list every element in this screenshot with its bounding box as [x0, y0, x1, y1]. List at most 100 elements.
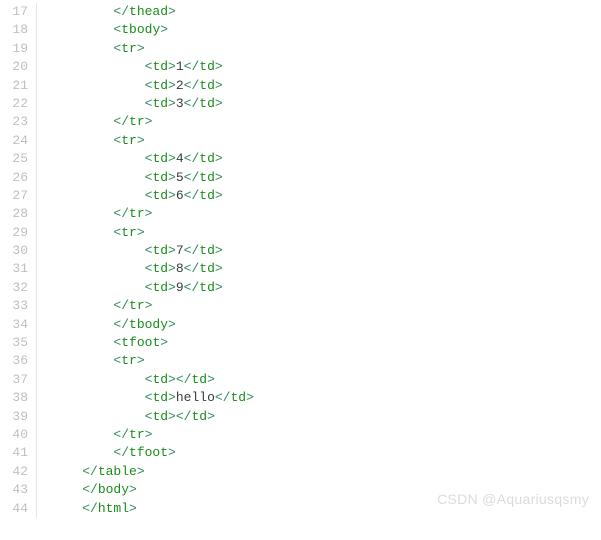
code-content[interactable]: </tbody> [37, 316, 176, 334]
code-line[interactable]: 29 <tr> [0, 224, 601, 242]
code-line[interactable]: 38 <td>hello</td> [0, 389, 601, 407]
code-token: </ [113, 206, 129, 221]
code-line[interactable]: 17 </thead> [0, 3, 601, 21]
code-content[interactable]: <td>6</td> [37, 187, 223, 205]
code-token: td [199, 261, 215, 276]
code-line[interactable]: 26 <td>5</td> [0, 169, 601, 187]
code-token: > [160, 22, 168, 37]
code-line[interactable]: 24 <tr> [0, 132, 601, 150]
code-line[interactable]: 36 <tr> [0, 352, 601, 370]
line-number: 36 [0, 352, 36, 370]
code-token: </ [82, 501, 98, 516]
code-token: 5 [176, 170, 184, 185]
line-number: 20 [0, 58, 36, 76]
code-token: > [168, 390, 176, 405]
code-token: > [137, 225, 145, 240]
code-token: > [215, 96, 223, 111]
code-block[interactable]: 17 </thead>18 <tbody>19 <tr>20 <td>1</td… [0, 0, 601, 521]
code-line[interactable]: 22 <td>3</td> [0, 95, 601, 113]
line-number: 34 [0, 316, 36, 334]
line-number: 27 [0, 187, 36, 205]
code-token: > [145, 298, 153, 313]
code-content[interactable]: <tr> [37, 132, 145, 150]
code-token: > [215, 261, 223, 276]
code-content[interactable]: <td></td> [37, 408, 215, 426]
code-line[interactable]: 30 <td>7</td> [0, 242, 601, 260]
code-content[interactable]: </thead> [37, 3, 176, 21]
code-token: </ [82, 464, 98, 479]
code-content[interactable]: </tr> [37, 426, 152, 444]
code-content[interactable]: <tr> [37, 40, 145, 58]
code-line[interactable]: 27 <td>6</td> [0, 187, 601, 205]
code-line[interactable]: 33 </tr> [0, 297, 601, 315]
code-token: </ [184, 59, 200, 74]
code-line[interactable]: 42 </table> [0, 463, 601, 481]
code-token: tr [129, 206, 145, 221]
code-content[interactable]: </tr> [37, 297, 152, 315]
code-content[interactable]: </tr> [37, 113, 152, 131]
line-number: 40 [0, 426, 36, 444]
line-number: 42 [0, 463, 36, 481]
code-line[interactable]: 43 </body> [0, 481, 601, 499]
code-token: </ [184, 280, 200, 295]
code-line[interactable]: 28 </tr> [0, 205, 601, 223]
code-token: > [137, 353, 145, 368]
code-token: > [168, 170, 176, 185]
code-line[interactable]: 21 <td>2</td> [0, 77, 601, 95]
code-token: > [145, 114, 153, 129]
code-line[interactable]: 31 <td>8</td> [0, 260, 601, 278]
code-line[interactable]: 20 <td>1</td> [0, 58, 601, 76]
code-line[interactable]: 23 </tr> [0, 113, 601, 131]
code-token: 8 [176, 261, 184, 276]
code-token: 4 [176, 151, 184, 166]
code-line[interactable]: 35 <tfoot> [0, 334, 601, 352]
code-line[interactable]: 41 </tfoot> [0, 444, 601, 462]
code-line[interactable]: 19 <tr> [0, 40, 601, 58]
code-content[interactable]: <tfoot> [37, 334, 168, 352]
code-token: tr [129, 298, 145, 313]
code-content[interactable]: <tr> [37, 224, 145, 242]
code-content[interactable]: <td>9</td> [37, 279, 223, 297]
line-number: 39 [0, 408, 36, 426]
code-content[interactable]: <td></td> [37, 371, 215, 389]
code-token: td [191, 409, 207, 424]
code-content[interactable]: <td>1</td> [37, 58, 223, 76]
code-line[interactable]: 44 </html> [0, 500, 601, 518]
code-content[interactable]: <td>3</td> [37, 95, 223, 113]
code-content[interactable]: <tr> [37, 352, 145, 370]
code-content[interactable]: <td>4</td> [37, 150, 223, 168]
code-content[interactable]: </body> [37, 481, 137, 499]
code-token: td [152, 409, 168, 424]
code-content[interactable]: <td>8</td> [37, 260, 223, 278]
code-content[interactable]: <td>hello</td> [37, 389, 254, 407]
code-token: </ [82, 482, 98, 497]
code-token: td [199, 96, 215, 111]
line-number: 31 [0, 260, 36, 278]
line-number: 26 [0, 169, 36, 187]
code-token: </ [176, 372, 192, 387]
code-content[interactable]: </html> [37, 500, 137, 518]
code-token: td [191, 372, 207, 387]
code-line[interactable]: 40 </tr> [0, 426, 601, 444]
code-token: td [230, 390, 246, 405]
code-line[interactable]: 25 <td>4</td> [0, 150, 601, 168]
code-content[interactable]: </tr> [37, 205, 152, 223]
code-token: > [215, 188, 223, 203]
code-token: td [199, 243, 215, 258]
code-line[interactable]: 18 <tbody> [0, 21, 601, 39]
code-token: tr [121, 353, 137, 368]
code-token: 6 [176, 188, 184, 203]
code-line[interactable]: 39 <td></td> [0, 408, 601, 426]
code-line[interactable]: 32 <td>9</td> [0, 279, 601, 297]
code-line[interactable]: 37 <td></td> [0, 371, 601, 389]
code-content[interactable]: <td>7</td> [37, 242, 223, 260]
code-content[interactable]: <td>2</td> [37, 77, 223, 95]
code-content[interactable]: <td>5</td> [37, 169, 223, 187]
line-number: 41 [0, 444, 36, 462]
code-token: > [215, 170, 223, 185]
code-token: > [145, 206, 153, 221]
code-content[interactable]: <tbody> [37, 21, 168, 39]
code-content[interactable]: </table> [37, 463, 145, 481]
code-line[interactable]: 34 </tbody> [0, 316, 601, 334]
code-content[interactable]: </tfoot> [37, 444, 176, 462]
